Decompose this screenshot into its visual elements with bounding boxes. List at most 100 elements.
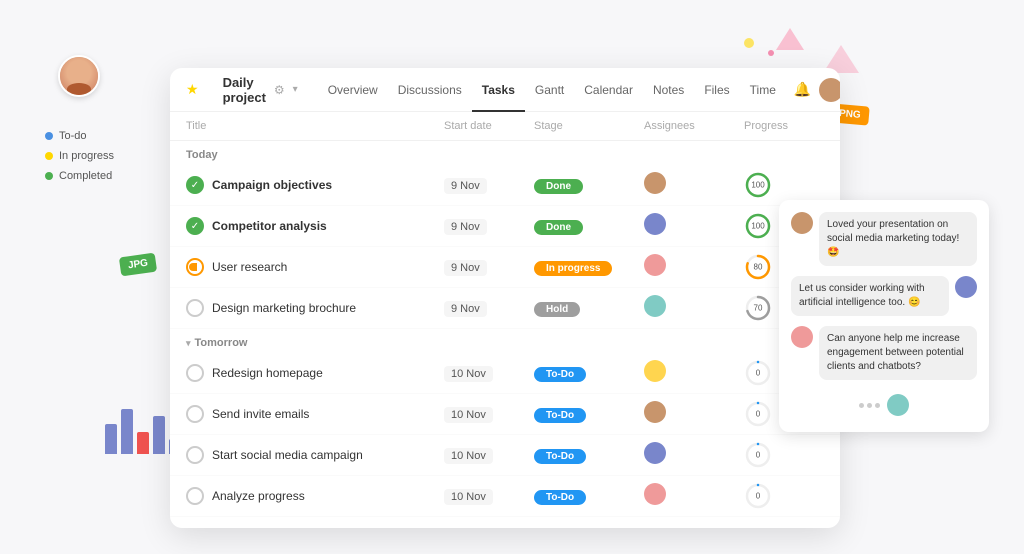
check-empty-icon bbox=[186, 364, 204, 382]
task-title-cell: Redesign homepage bbox=[186, 364, 444, 382]
col-assignees: Assignees bbox=[644, 120, 744, 132]
check-done-icon: ✓ bbox=[186, 217, 204, 235]
task-title: Competitor analysis bbox=[212, 219, 327, 233]
typing-dot bbox=[859, 403, 864, 408]
task-row[interactable]: ✓ Campaign objectives 9 Nov Done 100 bbox=[170, 165, 840, 206]
stage-badge[interactable]: To-Do bbox=[534, 490, 586, 505]
task-title: Design marketing brochure bbox=[212, 301, 356, 315]
legend-dot-inprogress bbox=[45, 152, 53, 160]
bell-icon[interactable]: 🔔 bbox=[794, 81, 811, 98]
tab-overview[interactable]: Overview bbox=[318, 68, 388, 112]
tab-files[interactable]: Files bbox=[694, 68, 739, 112]
progress-label: 0 bbox=[756, 410, 760, 419]
progress-label: 0 bbox=[756, 451, 760, 460]
jpg-badge: JPG bbox=[119, 253, 157, 277]
legend-item-completed: Completed bbox=[45, 170, 114, 182]
star-icon: ★ bbox=[186, 81, 199, 98]
stage-badge[interactable]: To-Do bbox=[534, 367, 586, 382]
task-title-cell: Design marketing brochure bbox=[186, 299, 444, 317]
assignee-avatar bbox=[644, 442, 666, 464]
assignee-avatar bbox=[644, 295, 666, 317]
bar-2 bbox=[137, 432, 149, 454]
header-avatar[interactable] bbox=[819, 78, 840, 102]
task-date: 10 Nov bbox=[444, 487, 534, 505]
progress-cell: 0 bbox=[744, 441, 772, 469]
tab-calendar[interactable]: Calendar bbox=[574, 68, 643, 112]
tab-time[interactable]: Time bbox=[740, 68, 786, 112]
chat-bubble: Can anyone help me increase engagement b… bbox=[819, 326, 977, 380]
progress-cell: 100 bbox=[744, 212, 772, 240]
chat-bubble: Let us consider working with artificial … bbox=[791, 276, 949, 316]
task-assignees bbox=[644, 213, 744, 240]
task-title-cell: User research bbox=[186, 258, 444, 276]
task-stage: To-Do bbox=[534, 364, 644, 382]
section-chevron: ▾ bbox=[186, 338, 191, 349]
check-empty-icon bbox=[186, 299, 204, 317]
task-title-cell: Analyze progress bbox=[186, 487, 444, 505]
task-row[interactable]: ✓ Competitor analysis 9 Nov Done 100 bbox=[170, 206, 840, 247]
task-assignees bbox=[644, 401, 744, 428]
task-date: 9 Nov bbox=[444, 217, 534, 235]
col-stage: Stage bbox=[534, 120, 644, 132]
header-right: 🔔 bbox=[794, 78, 840, 102]
task-title: Start social media campaign bbox=[212, 448, 363, 462]
tab-notes[interactable]: Notes bbox=[643, 68, 694, 112]
legend-label-completed: Completed bbox=[59, 170, 112, 182]
task-assignees bbox=[644, 295, 744, 322]
tab-tasks[interactable]: Tasks bbox=[472, 68, 525, 112]
legend-label-todo: To-do bbox=[59, 130, 87, 142]
bar-3 bbox=[153, 416, 165, 454]
task-title-cell: Start social media campaign bbox=[186, 446, 444, 464]
check-inprogress-icon bbox=[186, 258, 204, 276]
stage-badge[interactable]: To-Do bbox=[534, 449, 586, 464]
date-badge: 10 Nov bbox=[444, 448, 493, 464]
task-row[interactable]: Redesign homepage 10 Nov To-Do 0 bbox=[170, 353, 840, 394]
task-row[interactable]: Send invite emails 10 Nov To-Do 0 bbox=[170, 394, 840, 435]
tab-gantt[interactable]: Gantt bbox=[525, 68, 574, 112]
task-title: Send invite emails bbox=[212, 407, 309, 421]
task-date: 9 Nov bbox=[444, 299, 534, 317]
tab-discussions[interactable]: Discussions bbox=[388, 68, 472, 112]
task-row[interactable]: Design marketing brochure 9 Nov Hold 70 bbox=[170, 288, 840, 329]
deco-triangle-pink bbox=[776, 28, 804, 50]
project-name: Daily project bbox=[223, 75, 266, 105]
task-row[interactable]: Analyze progress 10 Nov To-Do 0 bbox=[170, 476, 840, 517]
progress-cell: 70 bbox=[744, 294, 772, 322]
stage-badge[interactable]: To-Do bbox=[534, 408, 586, 423]
legend-dot-todo bbox=[45, 132, 53, 140]
col-startdate: Start date bbox=[444, 120, 534, 132]
deco-dot-yellow bbox=[744, 38, 754, 48]
task-date: 9 Nov bbox=[444, 176, 534, 194]
stage-badge[interactable]: Hold bbox=[534, 302, 580, 317]
progress-label: 80 bbox=[754, 263, 763, 272]
chat-message-2: Can anyone help me increase engagement b… bbox=[791, 326, 977, 380]
section-1: ▾ Tomorrow bbox=[170, 329, 840, 353]
legend-item-todo: To-do bbox=[45, 130, 114, 142]
task-row[interactable]: Start social media campaign 10 Nov To-Do… bbox=[170, 435, 840, 476]
chat-avatar bbox=[791, 326, 813, 348]
chat-avatar bbox=[791, 212, 813, 234]
stage-badge[interactable]: Done bbox=[534, 179, 583, 194]
progress-label: 100 bbox=[751, 181, 764, 190]
top-avatar[interactable] bbox=[58, 55, 100, 97]
progress-label: 0 bbox=[756, 369, 760, 378]
task-title: User research bbox=[212, 260, 287, 274]
task-stage: To-Do bbox=[534, 446, 644, 464]
deco-dot2 bbox=[768, 50, 774, 56]
task-date: 10 Nov bbox=[444, 405, 534, 423]
legend: To-do In progress Completed bbox=[45, 130, 114, 182]
task-date: 10 Nov bbox=[444, 364, 534, 382]
task-stage: Done bbox=[534, 176, 644, 194]
stage-badge[interactable]: Done bbox=[534, 220, 583, 235]
task-row[interactable]: User research 9 Nov In progress 80 bbox=[170, 247, 840, 288]
progress-label: 70 bbox=[754, 304, 763, 313]
chevron-icon[interactable]: ▾ bbox=[293, 84, 298, 95]
progress-cell: 100 bbox=[744, 171, 772, 199]
table-header: Title Start date Stage Assignees Progres… bbox=[170, 112, 840, 141]
task-stage: To-Do bbox=[534, 487, 644, 505]
assignee-avatar bbox=[644, 213, 666, 235]
check-empty-icon bbox=[186, 487, 204, 505]
stage-badge[interactable]: In progress bbox=[534, 261, 612, 276]
gear-icon[interactable]: ⚙ bbox=[274, 83, 285, 97]
chat-avatar bbox=[955, 276, 977, 298]
